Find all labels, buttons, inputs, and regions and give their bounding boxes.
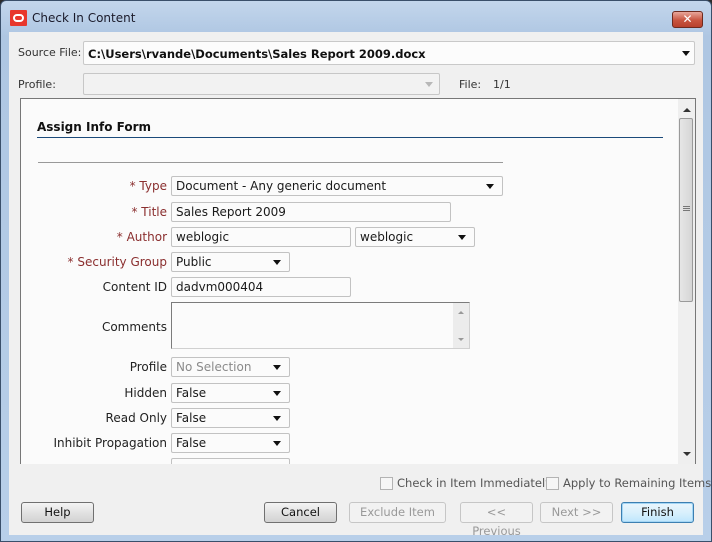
apply-remaining-checkbox[interactable] — [546, 477, 559, 490]
chevron-down-icon — [273, 441, 281, 446]
chevron-down-icon — [273, 391, 281, 396]
next-button[interactable]: Next >> — [540, 502, 613, 523]
read-only-select[interactable]: False — [171, 408, 290, 428]
author-label: * Author — [116, 230, 167, 244]
security-group-label: * Security Group — [67, 255, 167, 269]
inhibit-propagation-value: False — [176, 436, 207, 450]
profile-select-value: No Selection — [176, 360, 252, 374]
title-input[interactable]: Sales Report 2009 — [171, 202, 451, 222]
cancel-button[interactable]: Cancel — [264, 502, 337, 523]
author-value: weblogic — [176, 230, 230, 244]
inhibit-propagation-select[interactable]: False — [171, 433, 290, 453]
content-id-input[interactable]: dadvm000404 — [171, 277, 351, 297]
check-in-immediately-checkbox[interactable] — [380, 477, 393, 490]
security-group-select[interactable]: Public — [171, 252, 290, 272]
apply-remaining-label: Apply to Remaining Items — [563, 476, 712, 490]
chevron-down-icon — [486, 184, 494, 189]
read-only-value: False — [176, 411, 207, 425]
chevron-down-icon — [273, 365, 281, 370]
chevron-down-icon — [425, 82, 433, 87]
scroll-down-icon[interactable] — [458, 338, 464, 341]
previous-button[interactable]: << Previous — [460, 502, 533, 538]
author-select[interactable]: weblogic — [355, 227, 475, 247]
comments-textarea[interactable] — [171, 302, 470, 349]
check-in-immediately-option[interactable]: Check in Item Immediately — [380, 476, 552, 490]
type-label: * Type — [129, 179, 167, 193]
source-file-value: C:\Users\rvande\Documents\Sales Report 2… — [88, 47, 426, 61]
check-in-content-dialog: Check In Content ✕ Source File: C:\Users… — [0, 0, 712, 542]
author-select-value: weblogic — [360, 230, 414, 244]
chevron-down-icon — [682, 51, 690, 56]
next-field-partial[interactable] — [171, 458, 290, 464]
profile-field-label: Profile — [129, 360, 167, 374]
hidden-label: Hidden — [124, 386, 167, 400]
comments-label: Comments — [101, 320, 167, 334]
dialog-body: Source File: C:\Users\rvande\Documents\S… — [9, 32, 711, 538]
inhibit-propagation-label: Inhibit Propagation — [53, 436, 167, 450]
source-file-label: Source File: — [18, 46, 82, 59]
hidden-select[interactable]: False — [171, 383, 290, 403]
check-in-immediately-label: Check in Item Immediately — [397, 476, 553, 490]
comments-scrollbar[interactable] — [453, 303, 469, 348]
apply-remaining-option[interactable]: Apply to Remaining Items — [546, 476, 711, 490]
profile-combo[interactable] — [83, 73, 440, 95]
read-only-label: Read Only — [105, 411, 167, 425]
grip-line — [683, 210, 690, 211]
window-title: Check In Content — [32, 11, 136, 25]
scroll-up-icon[interactable] — [458, 311, 464, 314]
oracle-logo-icon — [10, 10, 27, 26]
finish-button[interactable]: Finish — [621, 502, 694, 523]
title-bar[interactable]: Check In Content ✕ — [1, 1, 711, 34]
chevron-down-icon — [458, 235, 466, 240]
type-select[interactable]: Document - Any generic document — [171, 176, 503, 196]
file-counter: 1/1 — [493, 78, 511, 91]
scrollbar-thumb[interactable] — [679, 118, 693, 302]
source-file-combo[interactable]: C:\Users\rvande\Documents\Sales Report 2… — [83, 41, 695, 65]
scroll-up-icon[interactable] — [683, 108, 691, 112]
file-label: File: — [459, 78, 482, 91]
scroll-down-icon[interactable] — [683, 452, 691, 456]
heading-divider — [37, 137, 663, 138]
assign-info-form-panel: Assign Info Form * Type Document - Any g… — [20, 98, 696, 464]
grip-line — [683, 208, 690, 209]
form-heading: Assign Info Form — [37, 120, 152, 134]
chevron-down-icon — [273, 260, 281, 265]
content-id-label: Content ID — [102, 280, 167, 294]
help-button[interactable]: Help — [21, 502, 94, 523]
author-input[interactable]: weblogic — [171, 227, 351, 247]
profile-label: Profile: — [18, 78, 56, 91]
close-button[interactable]: ✕ — [672, 11, 703, 28]
grip-line — [683, 206, 690, 207]
title-value: Sales Report 2009 — [176, 205, 286, 219]
section-divider — [38, 162, 503, 163]
type-value: Document - Any generic document — [176, 179, 387, 193]
hidden-value: False — [176, 386, 207, 400]
security-group-value: Public — [176, 255, 212, 269]
content-id-value: dadvm000404 — [176, 280, 264, 294]
chevron-down-icon — [273, 416, 281, 421]
title-label: * Title — [131, 205, 167, 219]
form-vertical-scrollbar[interactable] — [678, 99, 695, 464]
profile-select[interactable]: No Selection — [171, 357, 290, 377]
exclude-item-button[interactable]: Exclude Item — [349, 502, 446, 523]
